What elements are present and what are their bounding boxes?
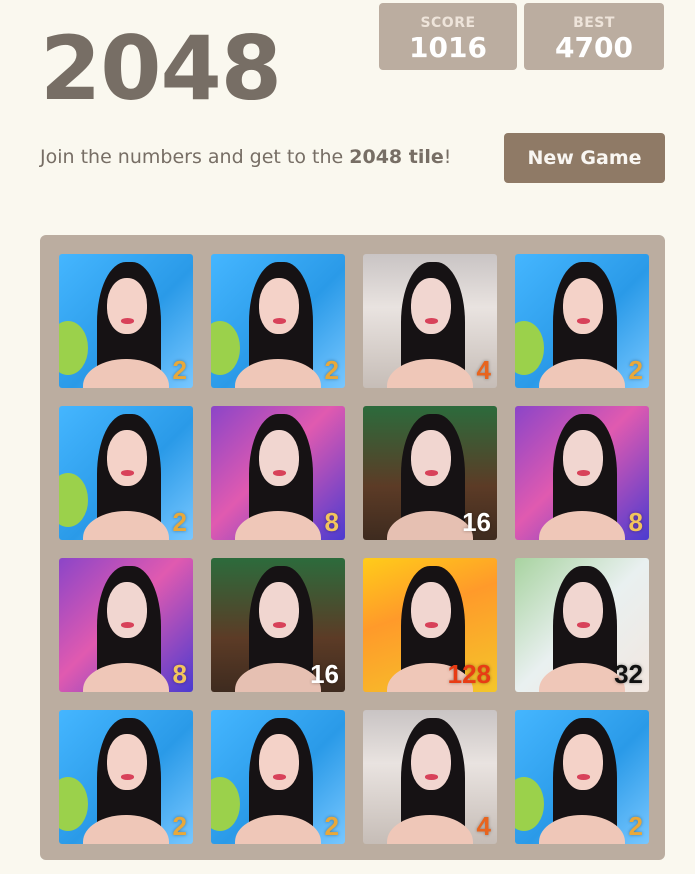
tile-portrait-lips <box>576 470 591 476</box>
tile-portrait-lips <box>424 774 439 780</box>
tile-value: 4 <box>476 811 491 841</box>
tile: 16 <box>363 406 497 540</box>
game-page: 2048 SCORE 1016 BEST 4700 Join the numbe… <box>0 0 695 874</box>
tile-value: 4 <box>476 355 491 385</box>
intro-text: Join the numbers and get to the <box>40 146 350 168</box>
tile-portrait-lips <box>120 774 135 780</box>
game-title: 2048 <box>40 17 282 120</box>
tile-portrait-lips <box>424 470 439 476</box>
tile-value: 8 <box>324 507 339 537</box>
tile-portrait-face <box>563 734 604 791</box>
tile-value: 16 <box>310 659 339 689</box>
tile-portrait-face <box>563 582 604 639</box>
tile-portrait-face <box>107 278 148 335</box>
tile-portrait-lips <box>120 470 135 476</box>
tile: 8 <box>515 406 649 540</box>
tile-portrait-face <box>107 582 148 639</box>
tile-value: 8 <box>172 659 187 689</box>
best-label: BEST <box>573 15 615 31</box>
tile-portrait-lips <box>576 318 591 324</box>
tile: 2 <box>515 710 649 844</box>
tile-portrait-face <box>107 734 148 791</box>
tile-value: 32 <box>614 659 643 689</box>
tile-portrait-lips <box>576 774 591 780</box>
tile-value: 2 <box>324 811 339 841</box>
best-value: 4700 <box>555 31 633 64</box>
tile-portrait-lips <box>120 318 135 324</box>
tile-portrait-lips <box>576 622 591 628</box>
tile: 8 <box>211 406 345 540</box>
tile: 2 <box>515 254 649 388</box>
tile-value: 8 <box>628 507 643 537</box>
tile-portrait-face <box>107 430 148 487</box>
tile: 128 <box>363 558 497 692</box>
game-board[interactable]: 2 2 4 2 2 8 16 8 8 16 128 32 2 2 4 2 <box>40 235 665 860</box>
tile-value: 2 <box>324 355 339 385</box>
tile-portrait-face <box>411 430 452 487</box>
score-label: SCORE <box>420 15 476 31</box>
tile-portrait-face <box>259 430 300 487</box>
tile-portrait-face <box>259 734 300 791</box>
tile-value: 2 <box>172 507 187 537</box>
best-score-box: BEST 4700 <box>524 3 664 70</box>
tile-portrait-face <box>259 278 300 335</box>
score-box: SCORE 1016 <box>379 3 517 70</box>
tile-portrait-face <box>563 278 604 335</box>
tile: 32 <box>515 558 649 692</box>
tile: 4 <box>363 254 497 388</box>
tile-value: 2 <box>628 811 643 841</box>
tile-portrait-lips <box>272 470 287 476</box>
tile-portrait-face <box>259 582 300 639</box>
new-game-button[interactable]: New Game <box>504 133 665 183</box>
intro-suffix: ! <box>443 146 452 168</box>
tile: 16 <box>211 558 345 692</box>
tile-portrait-face <box>563 430 604 487</box>
tile-value: 2 <box>172 811 187 841</box>
tile-portrait-lips <box>120 622 135 628</box>
tile: 2 <box>211 710 345 844</box>
tile-portrait-face <box>411 734 452 791</box>
tile: 2 <box>211 254 345 388</box>
tile-portrait-lips <box>272 622 287 628</box>
tile: 2 <box>59 406 193 540</box>
tile: 2 <box>59 254 193 388</box>
tile-portrait-face <box>411 278 452 335</box>
tile: 4 <box>363 710 497 844</box>
tile-portrait-lips <box>424 318 439 324</box>
tile-value: 2 <box>628 355 643 385</box>
tile: 2 <box>59 710 193 844</box>
tile-value: 128 <box>447 659 491 689</box>
tile-value: 2 <box>172 355 187 385</box>
intro-goal: 2048 tile <box>349 146 444 168</box>
tile-portrait-lips <box>272 318 287 324</box>
tile-portrait-face <box>411 582 452 639</box>
game-intro: Join the numbers and get to the 2048 til… <box>40 146 451 168</box>
tile-portrait-lips <box>272 774 287 780</box>
tile: 8 <box>59 558 193 692</box>
tile-portrait-lips <box>424 622 439 628</box>
score-value: 1016 <box>409 31 487 64</box>
tile-value: 16 <box>462 507 491 537</box>
